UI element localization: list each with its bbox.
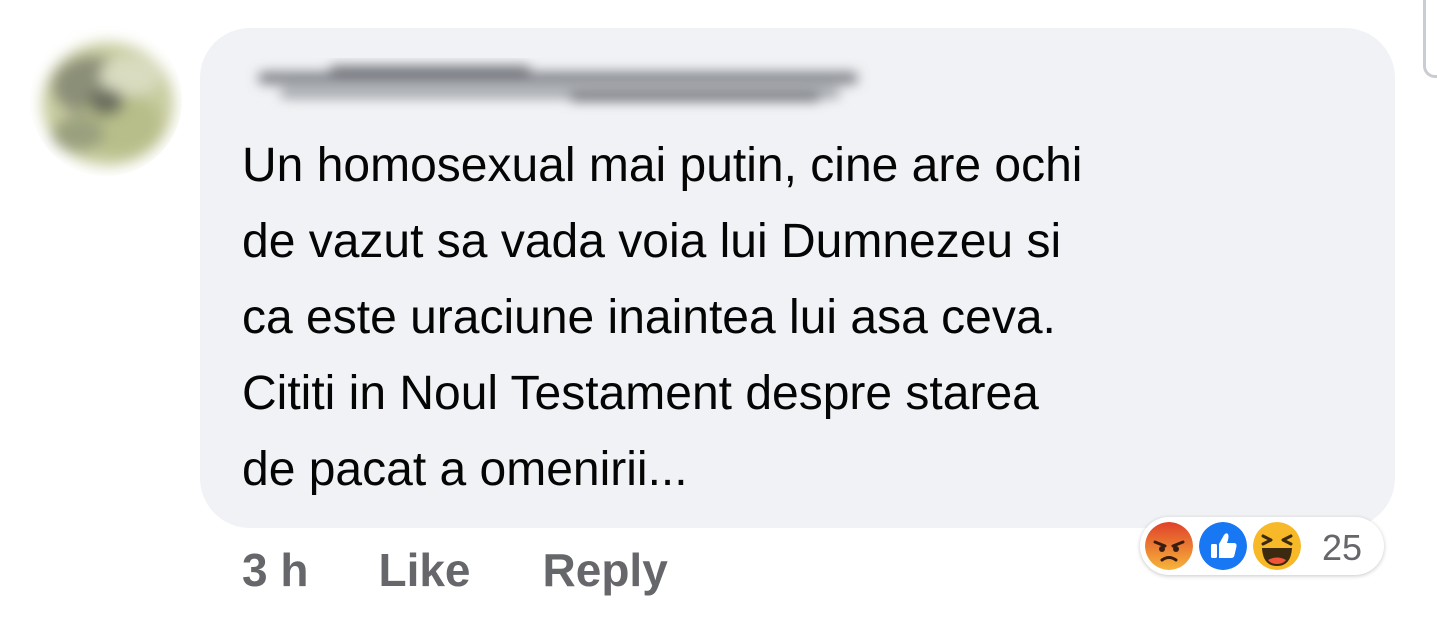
avatar[interactable]: [30, 24, 182, 176]
comment-bubble: Un homosexual mai putin, cine are ochi d…: [200, 28, 1395, 528]
comment-line: ca este uraciune inaintea lui asa ceva.: [242, 291, 1056, 344]
profile-photo-icon: [30, 24, 182, 176]
like-button[interactable]: Like: [378, 543, 470, 597]
comment-line: de vazut sa vada voia lui Dumnezeu si: [242, 215, 1062, 268]
comment-line: Cititi in Noul Testament despre starea: [242, 367, 1039, 420]
comment-line: Un homosexual mai putin, cine are ochi: [242, 139, 1083, 192]
comment-text: Un homosexual mai putin, cine are ochi d…: [242, 128, 1362, 508]
comment-actions: 3 h Like Reply: [242, 540, 668, 600]
blurred-name-icon: [258, 66, 858, 101]
angry-reaction-icon: [1142, 519, 1196, 573]
reaction-count: 25: [1322, 527, 1363, 568]
reply-button[interactable]: Reply: [543, 543, 668, 597]
reaction-icons: [1140, 517, 1320, 575]
haha-reaction-icon: [1250, 519, 1304, 573]
timestamp-link[interactable]: 3 h: [242, 543, 308, 597]
like-reaction-icon: [1196, 519, 1250, 573]
reactions-summary[interactable]: 25: [1140, 517, 1384, 575]
scroll-edge-indicator: [1423, 0, 1437, 78]
author-name-redacted[interactable]: [240, 58, 880, 118]
comment-line: de pacat a omenirii...: [242, 443, 688, 496]
